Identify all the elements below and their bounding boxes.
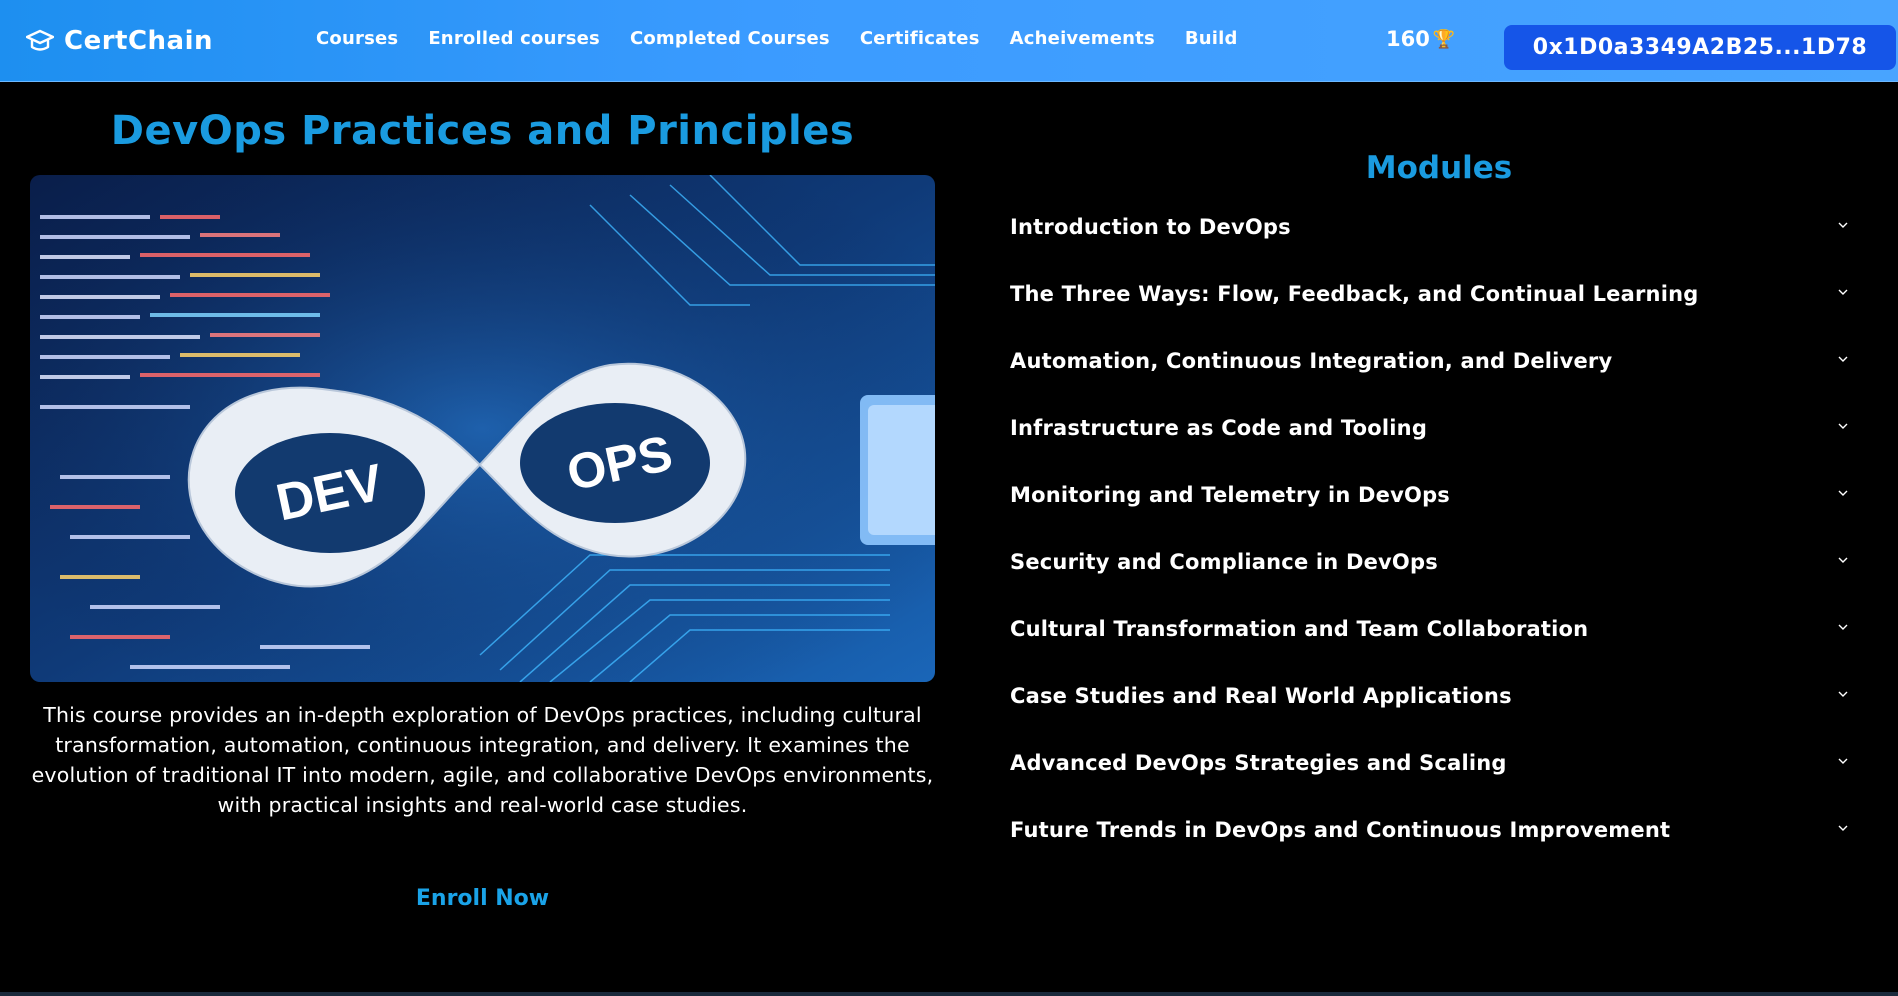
graduation-cap-icon xyxy=(26,28,54,54)
page-bottom-divider xyxy=(0,992,1898,996)
module-label: Cultural Transformation and Team Collabo… xyxy=(1010,617,1589,641)
module-item[interactable]: Future Trends in DevOps and Continuous I… xyxy=(1010,815,1860,882)
enroll-now-button[interactable]: Enroll Now xyxy=(30,886,935,911)
trophy-icon: 🏆 xyxy=(1432,28,1456,50)
top-navbar: CertChain Courses Enrolled courses Compl… xyxy=(0,0,1898,82)
module-label: Monitoring and Telemetry in DevOps xyxy=(1010,483,1450,507)
modules-heading: Modules xyxy=(1365,150,1513,186)
nav-link-build[interactable]: Build xyxy=(1185,28,1238,49)
chevron-down-icon xyxy=(1838,356,1848,362)
chevron-down-icon xyxy=(1838,557,1848,563)
module-item[interactable]: Security and Compliance in DevOps xyxy=(1010,547,1860,614)
chevron-down-icon xyxy=(1838,490,1848,496)
modules-list: Introduction to DevOps The Three Ways: F… xyxy=(1010,212,1860,882)
chevron-down-icon xyxy=(1838,691,1848,697)
points-display: 160 🏆 xyxy=(1386,27,1455,51)
chevron-down-icon xyxy=(1838,825,1848,831)
module-item[interactable]: Infrastructure as Code and Tooling xyxy=(1010,413,1860,480)
module-label: The Three Ways: Flow, Feedback, and Cont… xyxy=(1010,282,1699,306)
brand-name: CertChain xyxy=(64,26,214,56)
chevron-down-icon xyxy=(1838,758,1848,764)
module-label: Future Trends in DevOps and Continuous I… xyxy=(1010,818,1671,842)
module-item[interactable]: Monitoring and Telemetry in DevOps xyxy=(1010,480,1860,547)
module-item[interactable]: Introduction to DevOps xyxy=(1010,212,1860,279)
chevron-down-icon xyxy=(1838,222,1848,228)
nav-link-achievements[interactable]: Acheivements xyxy=(1010,28,1155,49)
module-label: Automation, Continuous Integration, and … xyxy=(1010,349,1613,373)
module-label: Introduction to DevOps xyxy=(1010,215,1291,239)
nav-link-enrolled-courses[interactable]: Enrolled courses xyxy=(428,28,600,49)
module-item[interactable]: Case Studies and Real World Applications xyxy=(1010,681,1860,748)
nav-links: Courses Enrolled courses Completed Cours… xyxy=(316,28,1238,49)
wallet-address-button[interactable]: 0x1D0a3349A2B25...1D78 xyxy=(1504,25,1896,70)
points-value: 160 xyxy=(1386,27,1430,51)
module-label: Advanced DevOps Strategies and Scaling xyxy=(1010,751,1507,775)
brand-logo[interactable]: CertChain xyxy=(26,22,213,60)
module-item[interactable]: Advanced DevOps Strategies and Scaling xyxy=(1010,748,1860,815)
nav-link-certificates[interactable]: Certificates xyxy=(860,28,980,49)
course-title: DevOps Practices and Principles xyxy=(110,108,855,154)
module-label: Infrastructure as Code and Tooling xyxy=(1010,416,1428,440)
module-item[interactable]: The Three Ways: Flow, Feedback, and Cont… xyxy=(1010,279,1860,346)
module-item[interactable]: Cultural Transformation and Team Collabo… xyxy=(1010,614,1860,681)
chevron-down-icon xyxy=(1838,624,1848,630)
nav-link-completed-courses[interactable]: Completed Courses xyxy=(630,28,830,49)
course-image: DEV OPS xyxy=(30,175,935,682)
course-description: This course provides an in-depth explora… xyxy=(31,703,934,817)
chevron-down-icon xyxy=(1838,289,1848,295)
nav-link-courses[interactable]: Courses xyxy=(316,28,398,49)
module-item[interactable]: Automation, Continuous Integration, and … xyxy=(1010,346,1860,413)
module-label: Security and Compliance in DevOps xyxy=(1010,550,1438,574)
module-label: Case Studies and Real World Applications xyxy=(1010,684,1512,708)
chevron-down-icon xyxy=(1838,423,1848,429)
